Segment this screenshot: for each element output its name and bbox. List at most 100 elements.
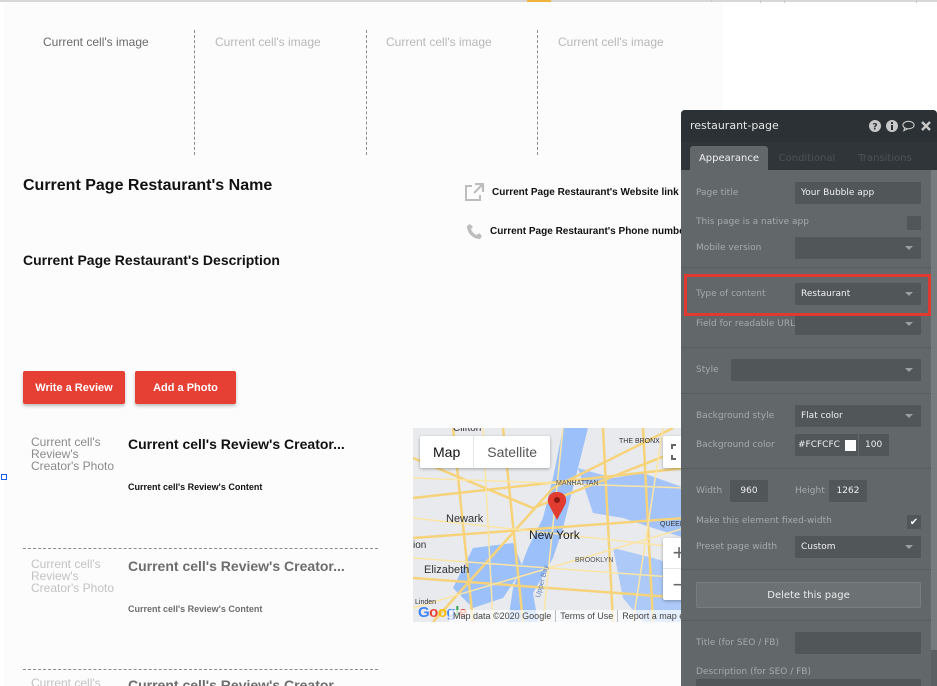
add-photo-button[interactable]: Add a Photo (135, 371, 236, 404)
section-divider (681, 393, 931, 394)
map-label-union: ion (413, 540, 426, 551)
property-editor: restaurant-page ? Appearance Conditional… (681, 110, 937, 686)
review-creator-photo: Current cell's Review's Creator's Photo (31, 436, 121, 472)
page-title-label: Page title (696, 188, 738, 198)
section-divider (681, 347, 931, 348)
native-app-label: This page is a native app (696, 217, 809, 227)
image-cell-label: Current cell's image (386, 35, 492, 49)
ruler-tick (784, 0, 785, 3)
background-style-select[interactable]: Flat color (795, 405, 921, 427)
review-cell[interactable]: Current cell's Review's Creator's Photo … (23, 436, 378, 546)
phone-icon (466, 223, 483, 240)
map-type-control: Map Satellite (420, 436, 550, 468)
width-label: Width (696, 486, 722, 496)
phone-number-text: Current Page Restaurant's Phone number (490, 226, 683, 237)
width-input[interactable]: 960 (730, 480, 768, 502)
property-editor-header[interactable]: restaurant-page ? (681, 110, 937, 142)
background-color-input[interactable]: #FCFCFC (795, 434, 858, 456)
image-cell[interactable]: Current cell's image (367, 30, 537, 155)
color-swatch[interactable] (845, 440, 856, 451)
tab-transitions[interactable]: Transitions (849, 146, 921, 170)
review-creator-name: Current cell's Review's Creator... (128, 558, 345, 574)
panel-scrollbar-thumb[interactable] (931, 170, 937, 650)
seo-description-input[interactable] (696, 679, 921, 686)
page-title-input[interactable]: Your Bubble app (795, 182, 921, 204)
map-label-new-york: New York (529, 528, 580, 542)
mobile-version-select[interactable] (795, 237, 921, 259)
fixed-width-label: Make this element fixed-width (696, 516, 832, 526)
map-label-brooklyn: BROOKLYN (575, 557, 613, 564)
ruler-tick (760, 0, 761, 3)
image-cell-label: Current cell's image (558, 35, 664, 49)
delete-page-button[interactable]: Delete this page (696, 582, 921, 608)
page-canvas[interactable]: Current cell's image Current cell's imag… (4, 2, 723, 686)
review-cell[interactable]: Current cell's Review's Creator's Photo … (23, 558, 378, 668)
ruler-tick (916, 0, 917, 3)
style-label: Style (696, 365, 719, 375)
map-data-text: Map data ©2020 Google (449, 610, 556, 622)
section-divider (681, 468, 931, 469)
background-color-label: Background color (696, 440, 775, 450)
background-opacity-input[interactable]: 100 (859, 434, 889, 456)
mobile-version-label: Mobile version (696, 243, 761, 253)
image-cell[interactable]: Current cell's image (14, 30, 194, 155)
native-app-checkbox[interactable] (907, 216, 921, 230)
section-divider (681, 620, 931, 621)
background-style-label: Background style (696, 411, 774, 421)
section-divider (681, 267, 931, 268)
review-creator-photo: Current cell's (31, 677, 121, 686)
comment-icon[interactable] (902, 119, 915, 132)
readable-url-select[interactable] (795, 313, 921, 335)
map-label-clifton: Clifton (453, 428, 481, 434)
seo-title-input[interactable] (795, 632, 921, 654)
map[interactable]: Clifton THE BRONX MANHATTAN Newark New Y… (413, 428, 685, 622)
annotation-highlight-box (684, 274, 931, 316)
height-input[interactable]: 1262 (829, 480, 867, 502)
write-review-button[interactable]: Write a Review (23, 371, 125, 404)
close-icon[interactable] (919, 119, 932, 132)
seo-description-label: Description (for SEO / FB) (696, 667, 811, 677)
selection-handle[interactable] (1, 474, 7, 480)
review-creator-name: Current cell's Review's Creator... (128, 436, 345, 452)
image-cell-label: Current cell's image (43, 35, 149, 49)
preset-width-label: Preset page width (696, 542, 777, 552)
map-type-map-button[interactable]: Map (420, 436, 474, 468)
map-label-newark: Newark (446, 513, 483, 525)
review-cell[interactable]: Current cell's Current cell's Review's C… (23, 677, 378, 686)
check-icon: ✔ (910, 517, 918, 528)
review-creator-photo: Current cell's Review's Creator's Photo (31, 558, 121, 594)
panel-scrollbar[interactable] (931, 170, 937, 686)
report-map-error-link[interactable]: Report a map error (618, 610, 685, 622)
review-content: Current cell's Review's Content (128, 482, 262, 492)
info-icon[interactable] (885, 119, 898, 132)
map-type-satellite-button[interactable]: Satellite (474, 436, 550, 468)
image-cell[interactable]: Current cell's image (195, 30, 366, 155)
image-cell-label: Current cell's image (215, 35, 321, 49)
readable-url-label: Field for readable URL (696, 319, 795, 329)
help-icon[interactable]: ? (868, 119, 881, 132)
preset-width-select[interactable]: Custom (795, 536, 921, 558)
tab-appearance[interactable]: Appearance (690, 146, 768, 170)
tab-conditional[interactable]: Conditional (770, 146, 844, 170)
website-link-text: Current Page Restaurant's Website link (492, 187, 679, 198)
website-link[interactable]: Current Page Restaurant's Website link (464, 183, 679, 202)
svg-text:?: ? (872, 122, 877, 132)
property-editor-tabs: Appearance Conditional Transitions (681, 142, 937, 170)
map-label-bronx: THE BRONX (619, 438, 660, 445)
section-divider (681, 569, 931, 570)
seo-title-label: Title (for SEO / FB) (696, 638, 779, 648)
restaurant-name: Current Page Restaurant's Name (23, 177, 272, 195)
map-label-manhattan: MANHATTAN (556, 480, 599, 487)
style-select[interactable] (731, 359, 921, 381)
phone-number[interactable]: Current Page Restaurant's Phone number (466, 223, 683, 240)
review-content: Current cell's Review's Content (128, 604, 262, 614)
review-divider (23, 548, 378, 549)
map-label-elizabeth: Elizabeth (424, 564, 469, 576)
external-link-icon (464, 183, 485, 202)
terms-of-use-link[interactable]: Terms of Use (556, 610, 618, 622)
restaurant-description: Current Page Restaurant's Description (23, 252, 280, 268)
fixed-width-checkbox[interactable]: ✔ (907, 515, 921, 529)
review-creator-name: Current cell's Review's Creator... (128, 677, 345, 686)
map-attribution: Map data ©2020 Google Terms of Use Repor… (449, 610, 685, 622)
editor-root: Current cell's image Current cell's imag… (0, 0, 937, 686)
